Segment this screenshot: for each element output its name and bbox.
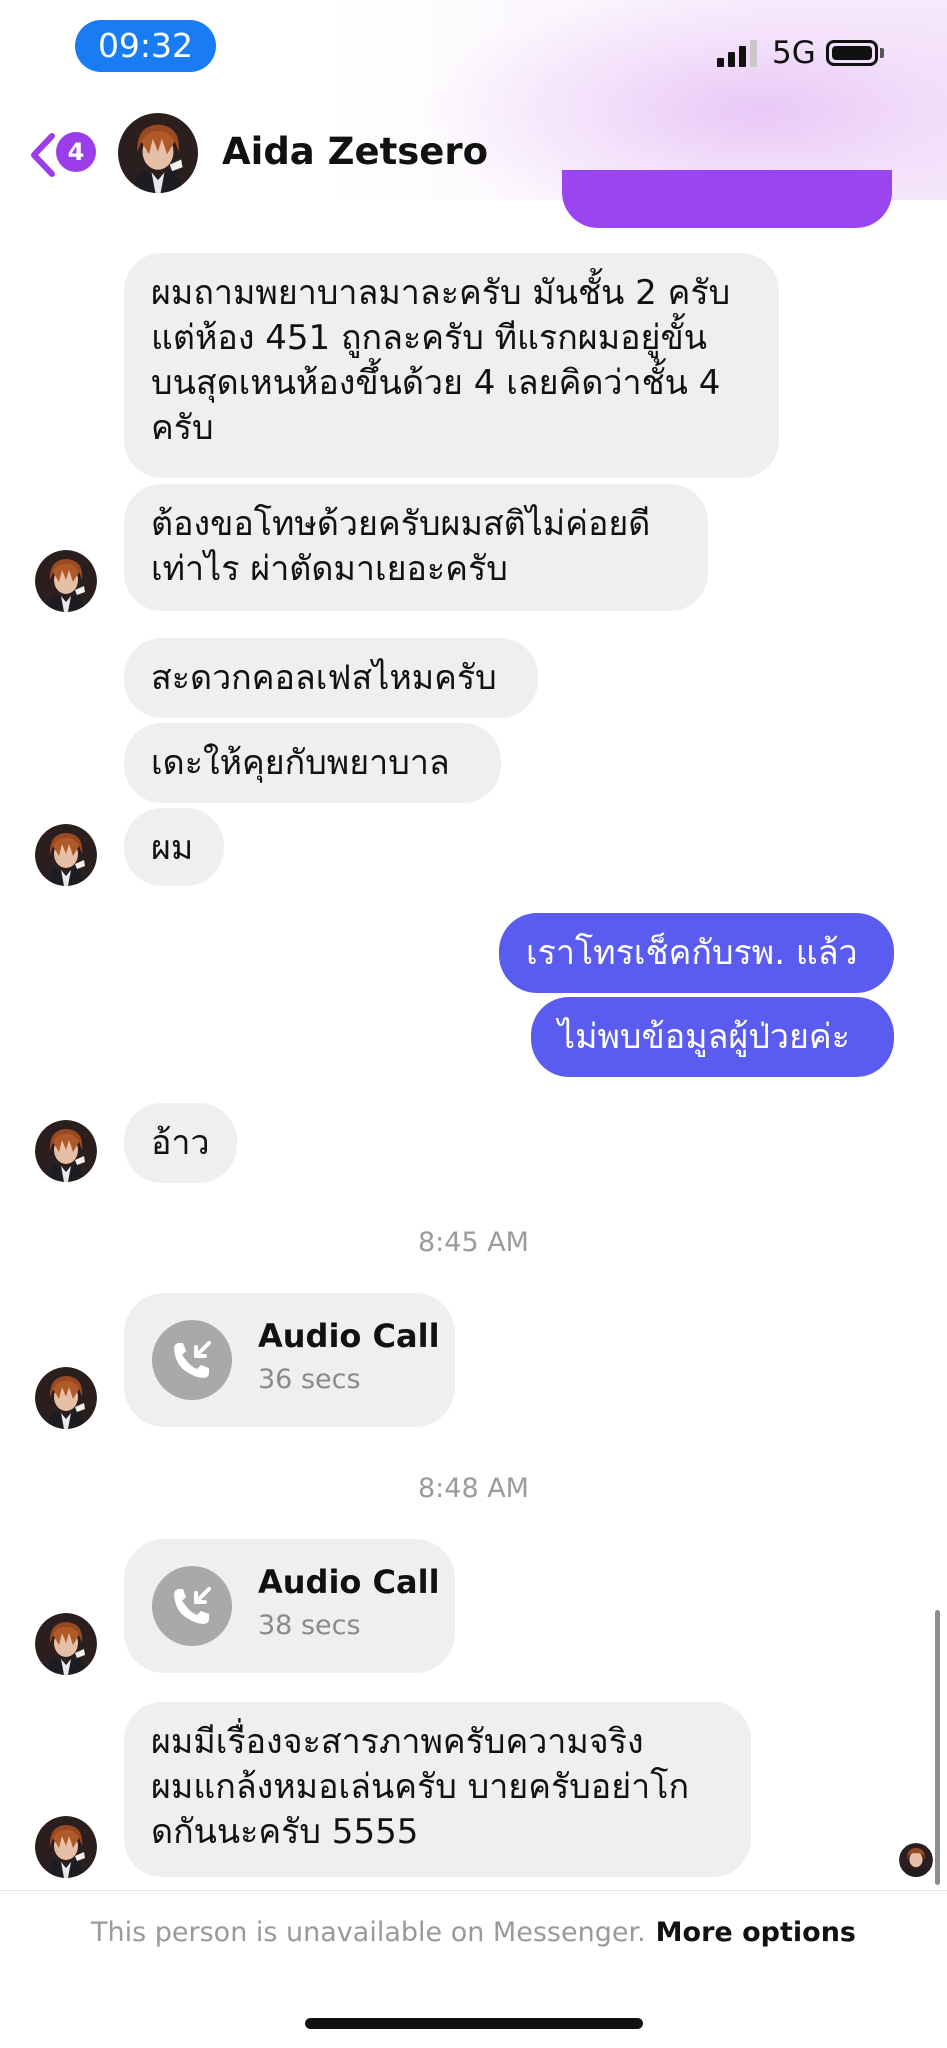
message-incoming[interactable]: ต้องขอโทษด้วยครับผมสติไม่ค่อยดี เท่าไร ผ… <box>124 484 708 611</box>
previous-sent-bubble <box>562 170 892 228</box>
status-time: 09:32 <box>75 20 216 72</box>
message-outgoing[interactable]: เราโทรเช็คกับรพ. แล้ว <box>499 913 894 993</box>
contact-name[interactable]: Aida Zetsero <box>222 130 488 173</box>
scrollbar[interactable] <box>935 1610 940 1885</box>
sender-avatar[interactable] <box>35 1367 97 1429</box>
message-incoming[interactable]: ผม <box>124 808 224 886</box>
incoming-call-icon <box>152 1320 232 1400</box>
footer-divider <box>0 1890 947 1891</box>
sender-avatar[interactable] <box>35 1613 97 1675</box>
unavailable-footer: This person is unavailable on Messenger.… <box>0 1917 947 1948</box>
call-duration: 36 secs <box>258 1364 361 1395</box>
message-incoming[interactable]: ผมถามพยาบาลมาละครับ มันชั้น 2 ครับ แต่ห้… <box>124 253 779 478</box>
message-incoming[interactable]: อ้าว <box>124 1103 237 1183</box>
timestamp: 8:45 AM <box>418 1227 529 1258</box>
call-title: Audio Call <box>258 1563 440 1601</box>
battery-tip <box>880 48 884 58</box>
unread-badge[interactable]: 4 <box>56 132 96 172</box>
battery-icon <box>826 40 878 66</box>
network-label: 5G <box>772 35 816 71</box>
more-options-link[interactable]: More options <box>656 1917 856 1948</box>
home-indicator[interactable] <box>305 2018 643 2029</box>
sender-avatar[interactable] <box>35 1816 97 1878</box>
message-incoming[interactable]: ผมมีเรื่องจะสารภาพครับความจริง ผมแกล้งหม… <box>124 1702 751 1877</box>
unavailable-notice: This person is unavailable on Messenger. <box>91 1917 646 1948</box>
call-title: Audio Call <box>258 1317 440 1355</box>
message-outgoing[interactable]: ไม่พบข้อมูลผู้ป่วยค่ะ <box>531 997 894 1077</box>
message-incoming[interactable]: เดะให้คุยกับพยาบาล <box>124 723 501 803</box>
call-duration: 38 secs <box>258 1610 361 1641</box>
audio-call-card[interactable]: Audio Call 36 secs <box>124 1293 455 1427</box>
sender-avatar[interactable] <box>35 1120 97 1182</box>
audio-call-card[interactable]: Audio Call 38 secs <box>124 1539 455 1673</box>
incoming-call-icon <box>152 1566 232 1646</box>
sender-avatar[interactable] <box>35 550 97 612</box>
seen-receipt-avatar <box>899 1843 933 1877</box>
timestamp: 8:48 AM <box>418 1473 529 1504</box>
contact-avatar[interactable] <box>118 113 198 193</box>
message-incoming[interactable]: สะดวกคอลเฟสไหมครับ <box>124 638 538 718</box>
signal-icon <box>717 39 761 67</box>
back-chevron-icon[interactable] <box>26 130 60 180</box>
sender-avatar[interactable] <box>35 824 97 886</box>
